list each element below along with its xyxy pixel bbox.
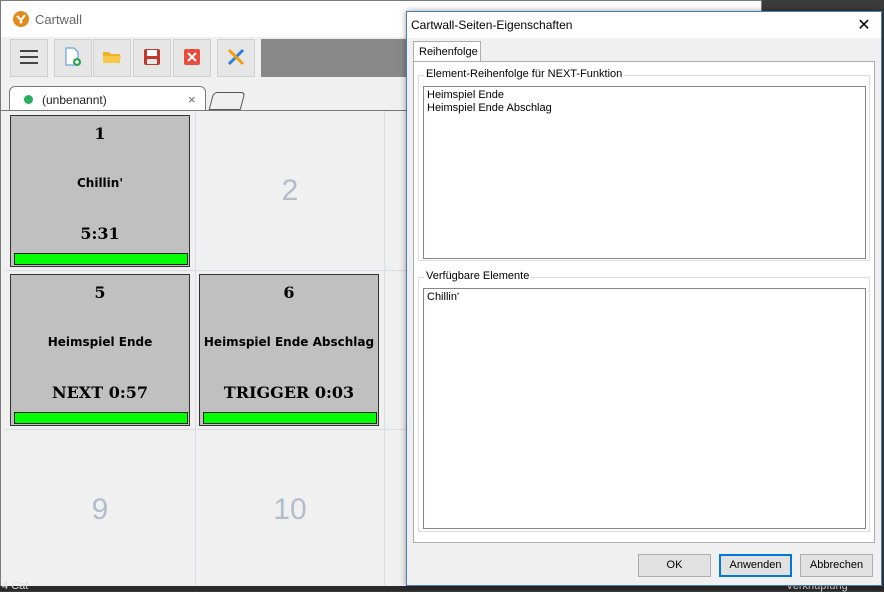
window-title: Cartwall <box>35 12 82 27</box>
available-group: Verfügbare Elemente Chillin' <box>418 270 870 532</box>
empty-cell-number[interactable]: 9 <box>5 493 195 527</box>
cart-title: Chillin' <box>76 176 124 190</box>
dialog-title-bar: Cartwall-Seiten-Eigenschaften ✕ <box>407 12 881 38</box>
list-item[interactable]: Heimspiel Ende Abschlag <box>427 102 862 115</box>
cart-title: Heimspiel Ende Abschlag <box>203 335 375 349</box>
tab-close-icon[interactable]: × <box>188 92 196 107</box>
cart-number: 1 <box>94 124 106 143</box>
cart-title: Heimspiel Ende <box>47 335 153 349</box>
cart-item-1[interactable]: 1 Chillin' 5:31 <box>10 115 190 267</box>
empty-cell-number[interactable]: 2 <box>195 174 385 208</box>
new-tab-button[interactable] <box>208 92 246 110</box>
new-file-icon <box>64 47 82 70</box>
dialog-title: Cartwall-Seiten-Eigenschaften <box>411 18 573 32</box>
cart-time: NEXT 0:57 <box>51 383 148 402</box>
cart-progress-bar <box>203 412 377 424</box>
status-dot-icon <box>24 95 33 104</box>
save-icon <box>143 48 161 69</box>
cartwall-app-icon <box>13 11 29 27</box>
empty-cell-number[interactable]: 10 <box>195 493 385 527</box>
order-group: Element-Reihenfolge für NEXT-Funktion He… <box>418 68 870 261</box>
desktop-strip <box>0 586 884 591</box>
tab-label: Reihenfolge <box>419 46 478 58</box>
available-listbox[interactable]: Chillin' <box>423 288 866 529</box>
apply-button[interactable]: Anwenden <box>719 554 792 577</box>
group-label: Verfügbare Elemente <box>424 270 532 282</box>
tools-button[interactable] <box>217 39 255 77</box>
cart-progress-bar <box>14 412 188 424</box>
close-button[interactable] <box>173 39 211 77</box>
tab-reihenfolge[interactable]: Reihenfolge <box>413 41 481 62</box>
cart-progress-bar <box>14 253 188 265</box>
tab-unbenannt[interactable]: (unbenannt) × <box>9 86 206 112</box>
cart-item-6[interactable]: 6 Heimspiel Ende Abschlag TRIGGER 0:03 <box>199 274 379 426</box>
cart-item-5[interactable]: 5 Heimspiel Ende NEXT 0:57 <box>10 274 190 426</box>
tab-label: (unbenannt) <box>42 93 107 107</box>
cart-time: TRIGGER 0:03 <box>223 383 355 402</box>
close-icon[interactable]: ✕ <box>855 15 873 35</box>
menu-icon <box>20 49 38 67</box>
tab-page: Element-Reihenfolge für NEXT-Funktion He… <box>413 61 875 543</box>
folder-open-icon <box>102 49 122 68</box>
menu-button[interactable] <box>10 39 48 77</box>
group-label: Element-Reihenfolge für NEXT-Funktion <box>424 68 625 80</box>
ok-button[interactable]: OK <box>638 554 711 577</box>
cart-number: 5 <box>94 283 106 302</box>
order-listbox[interactable]: Heimspiel Ende Heimspiel Ende Abschlag <box>423 86 866 259</box>
desktop-label: 4 Cat <box>2 580 29 592</box>
close-red-icon <box>183 48 201 69</box>
cart-time: 5:31 <box>80 224 120 243</box>
cart-number: 6 <box>283 283 295 302</box>
open-button[interactable] <box>93 39 131 77</box>
list-item[interactable]: Heimspiel Ende <box>427 89 862 102</box>
new-button[interactable] <box>54 39 92 77</box>
save-button[interactable] <box>133 39 171 77</box>
list-item[interactable]: Chillin' <box>427 291 862 304</box>
cancel-button[interactable]: Abbrechen <box>800 554 873 577</box>
properties-dialog: Cartwall-Seiten-Eigenschaften ✕ Reihenfo… <box>406 11 882 586</box>
tools-icon <box>226 47 246 70</box>
